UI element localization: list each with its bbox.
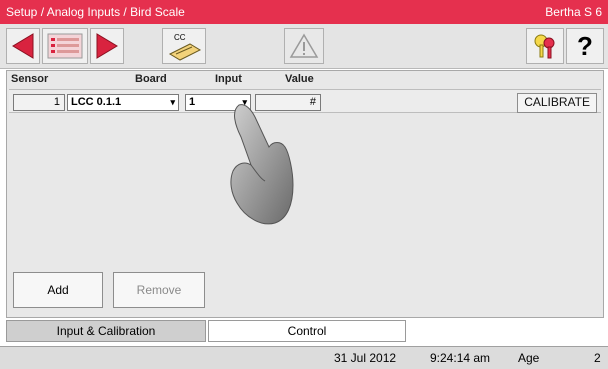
- warning-icon: [289, 33, 319, 58]
- status-bar: 31 Jul 2012 9:24:14 am Age 2: [0, 346, 608, 369]
- calibrate-button[interactable]: CALIBRATE: [517, 93, 597, 113]
- arrow-left-icon: [12, 33, 34, 59]
- board-select-value: LCC 0.1.1: [71, 96, 122, 108]
- sensor-table: Sensor Board Input Value 1 LCC 0.1.1 ▾ 1…: [6, 70, 604, 318]
- column-header-board: Board: [135, 73, 167, 85]
- help-button[interactable]: ?: [566, 28, 604, 64]
- tab-input-calibration[interactable]: Input & Calibration: [6, 320, 206, 342]
- toolbar: CC ?: [0, 24, 608, 69]
- cc-label: CC: [174, 33, 186, 42]
- alarm-button[interactable]: [284, 28, 324, 64]
- list-view-button[interactable]: [42, 28, 88, 64]
- age-label: Age: [518, 351, 540, 365]
- remove-button[interactable]: Remove: [113, 272, 205, 308]
- keys-button[interactable]: [526, 28, 564, 64]
- list-icon: [47, 33, 83, 59]
- tab-bar: Input & Calibration Control: [6, 320, 604, 344]
- room-name: Bertha S 6: [545, 5, 602, 19]
- cc-card-icon: CC: [168, 33, 202, 61]
- help-icon: ?: [577, 30, 593, 61]
- chevron-down-icon: ▾: [170, 97, 175, 107]
- sensor-number-field: 1: [13, 94, 65, 111]
- cc-button[interactable]: CC: [162, 28, 206, 64]
- column-header-value: Value: [285, 73, 314, 85]
- breadcrumb: Setup / Analog Inputs / Bird Scale: [6, 5, 185, 19]
- status-time: 9:24:14 am: [430, 351, 491, 365]
- title-bar: Setup / Analog Inputs / Bird Scale Berth…: [0, 0, 608, 24]
- input-select-value: 1: [189, 96, 196, 108]
- status-date: 31 Jul 2012: [334, 351, 397, 365]
- column-header-sensor: Sensor: [11, 73, 49, 85]
- pointing-hand-icon: [230, 104, 294, 225]
- add-button[interactable]: Add: [13, 272, 103, 308]
- previous-button[interactable]: [6, 28, 40, 64]
- board-select[interactable]: LCC 0.1.1 ▾: [67, 94, 179, 111]
- tab-control[interactable]: Control: [208, 320, 406, 342]
- arrow-right-icon: [96, 33, 118, 59]
- next-button[interactable]: [90, 28, 124, 64]
- age-value: 2: [594, 351, 601, 365]
- column-header-input: Input: [215, 73, 242, 85]
- keys-icon: [534, 34, 555, 59]
